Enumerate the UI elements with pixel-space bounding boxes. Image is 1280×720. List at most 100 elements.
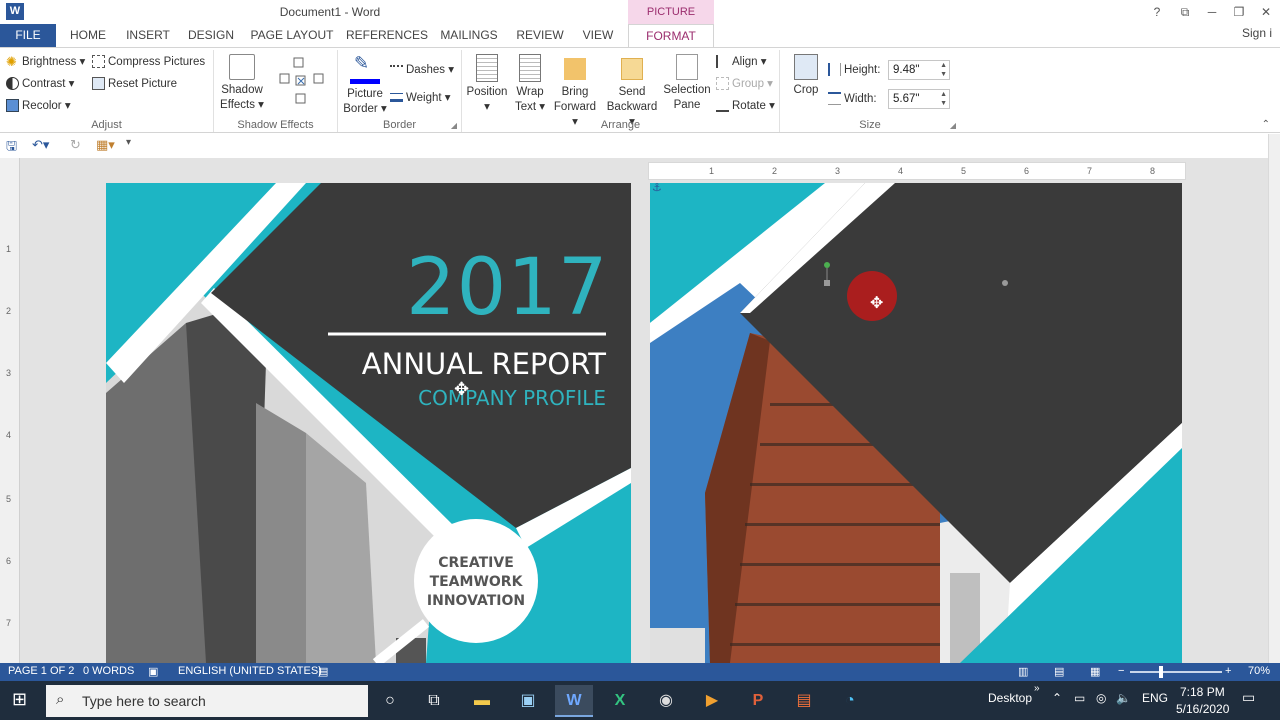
store-icon[interactable]: ▣ [509,685,547,717]
web-layout-icon[interactable]: ▦ [1090,665,1100,678]
tab-page-layout[interactable]: PAGE LAYOUT [248,24,336,47]
collapse-ribbon-icon[interactable]: ⌃ [1262,119,1270,130]
media-taskbar-icon[interactable]: ▶ [693,685,731,717]
align-button[interactable]: Align ▾ [716,52,767,72]
network-icon[interactable]: ◎ [1096,691,1106,705]
volume-icon[interactable]: 🔈 [1116,691,1131,705]
position-button[interactable]: Position ▾ [466,52,508,115]
width-spin-arrows-icon[interactable]: ▲ ▼ [940,90,947,108]
height-label: Height: [828,60,880,80]
v-ruler-tick: 1 [6,244,12,254]
file-explorer-icon[interactable]: ▬ [463,685,501,717]
customize-qat-icon[interactable]: ▦▾ [96,137,115,153]
toolbar-expand-icon[interactable]: » [1034,683,1040,694]
read-mode-icon[interactable]: ▥ [1018,665,1028,678]
crop-button[interactable]: Crop [788,52,824,98]
minimize-button[interactable]: ─ [1200,3,1224,21]
border-dialog-launcher-icon[interactable]: ◢ [451,121,457,130]
battery-icon[interactable]: ▭ [1074,691,1085,705]
width-input[interactable]: 5.67" ▲ ▼ [888,89,950,109]
height-spin-arrows-icon[interactable]: ▲ ▼ [940,61,947,79]
sign-in-link[interactable]: Sign i [1242,26,1272,40]
vertical-scrollbar[interactable] [1268,134,1280,663]
zoom-in-button[interactable]: + [1225,665,1231,677]
rotate-button[interactable]: Rotate ▾ [716,96,775,116]
notifications-icon[interactable]: ▭ [1242,689,1255,706]
tab-insert[interactable]: INSERT [122,24,174,47]
powerpoint-taskbar-icon[interactable]: P [739,685,777,717]
redo-icon[interactable]: ↻ [70,137,81,153]
undo-icon[interactable]: ↶▾ [32,137,49,153]
proofing-icon[interactable]: ▣ [148,665,158,678]
clock-time[interactable]: 7:18 PM [1180,685,1225,699]
page-1-cover[interactable]: 2017 ANNUAL REPORT COMPANY PROFILE CREAT… [106,183,631,663]
wrap-text-button[interactable]: Wrap Text ▾ [512,52,548,115]
edge-taskbar-icon[interactable]: ◔ [831,685,869,717]
help-icon[interactable]: ? [1145,3,1169,21]
clock-date[interactable]: 5/16/2020 [1176,702,1229,716]
ribbon-display-options-icon[interactable]: ⧉ [1173,3,1197,21]
page-count[interactable]: PAGE 1 OF 2 [8,665,74,677]
tab-mailings[interactable]: MAILINGS [434,24,504,47]
macro-record-icon[interactable]: ▤ [318,665,328,678]
weight-icon [390,93,403,103]
sun-icon: ✺ [6,54,17,70]
reset-picture-button[interactable]: Reset Picture [92,74,177,94]
tab-view[interactable]: VIEW [576,24,620,47]
close-button[interactable]: ✕ [1254,3,1278,21]
recolor-button[interactable]: Recolor ▾ [6,96,71,116]
page-2-design[interactable]: ✥ ⚓ [650,183,1182,663]
dashes-button[interactable]: Dashes ▾ [390,60,454,80]
windows-start-icon[interactable]: ⊞ [12,689,27,710]
zoom-level[interactable]: 70% [1248,665,1270,677]
tab-home[interactable]: HOME [62,24,114,47]
height-icon [828,63,841,77]
rotate-icon [716,99,729,113]
excel-taskbar-icon[interactable]: X [601,685,639,717]
zoom-slider[interactable] [1130,666,1222,678]
h-ruler-tick: 5 [961,166,967,176]
tab-design[interactable]: DESIGN [184,24,238,47]
weight-button[interactable]: Weight ▾ [390,88,451,108]
browser-taskbar-icon[interactable]: ◉ [647,685,685,717]
tab-file[interactable]: FILE [0,24,56,47]
group-label-border: Border [382,119,417,131]
desktop-toolbar-label[interactable]: Desktop [988,691,1032,705]
save-icon[interactable]: 🖫 [6,137,17,159]
windows-taskbar: ⊞ ⌕ Type here to search ○ ⧉ ▬ ▣ W X ◉ ▶ … [0,681,1280,720]
compress-pictures-button[interactable]: Compress Pictures [92,52,205,72]
cortana-icon[interactable]: ○ [371,685,409,717]
tab-references[interactable]: REFERENCES [346,24,428,47]
width-icon [828,92,841,106]
task-view-icon[interactable]: ⧉ [415,685,453,717]
selection-pane-button[interactable]: Selection Pane [662,52,712,113]
maximize-button[interactable]: ❐ [1227,3,1251,21]
zoom-slider-thumb[interactable] [1158,666,1163,678]
taskbar-search[interactable]: ⌕ Type here to search [46,685,368,717]
shadow-effects-button[interactable]: Shadow Effects ▾ [218,52,266,113]
qat-more-icon[interactable]: ▾ [126,137,131,148]
send-backward-icon [621,58,643,80]
brightness-button[interactable]: ✺ Brightness ▾ [6,52,85,72]
width-label: Width: [828,89,877,109]
picture-border-button[interactable]: ✎ Picture Border ▾ [342,52,388,117]
input-language[interactable]: ENG [1142,691,1168,705]
size-dialog-launcher-icon[interactable]: ◢ [950,121,956,130]
word-taskbar-icon[interactable]: W [555,685,593,717]
zoom-out-button[interactable]: − [1118,665,1124,677]
h-ruler-tick: 7 [1087,166,1093,176]
word-count[interactable]: 0 WORDS [83,665,134,677]
tab-format[interactable]: FORMAT [628,24,714,48]
language-indicator[interactable]: ENGLISH (UNITED STATES) [178,665,322,677]
print-layout-icon[interactable]: ▤ [1054,665,1064,678]
app-taskbar-icon[interactable]: ▤ [785,685,823,717]
group-button[interactable]: Group ▾ [716,74,773,94]
tab-review[interactable]: REVIEW [512,24,568,47]
nudge-shadow-icons[interactable] [274,56,330,112]
bring-forward-icon [564,58,586,80]
group-arrange: Position ▾ Wrap Text ▾ Bring Forward ▾ S… [462,50,780,132]
contrast-button[interactable]: Contrast ▾ [6,74,74,94]
tray-chevron-icon[interactable]: ⌃ [1052,691,1062,705]
page-2-artwork [650,183,1182,663]
height-input[interactable]: 9.48" ▲ ▼ [888,60,950,80]
